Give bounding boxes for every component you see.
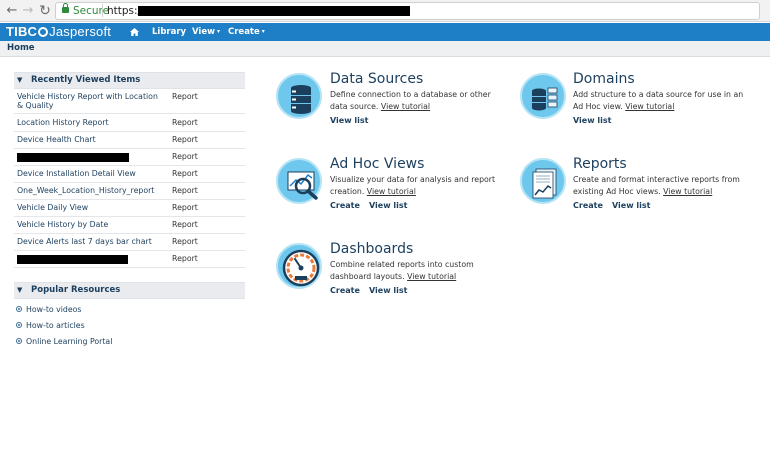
menu-create[interactable]: Create ▾	[228, 23, 265, 41]
recent-item-type: Report	[172, 169, 198, 178]
recent-item[interactable]: Device Alerts last 7 days bar chart Repo…	[14, 237, 245, 251]
view-caret-icon: ▾	[216, 28, 220, 35]
data-sources-title[interactable]: Data Sources	[330, 71, 423, 87]
recently-viewed-header[interactable]: ▼ Recently Viewed Items	[14, 72, 245, 89]
recent-item-type: Report	[172, 135, 198, 144]
recent-item[interactable]: Vehicle History by Date Report	[14, 220, 245, 234]
recently-viewed-title: Recently Viewed Items	[31, 75, 141, 85]
reload-icon[interactable]: ↻	[37, 3, 53, 19]
recent-item-type: Report	[172, 237, 198, 246]
popular-resources-header[interactable]: ▼ Popular Resources	[14, 282, 245, 299]
browser-toolbar: ← → ↻ Secure https://	[0, 0, 770, 22]
popular-resources-title: Popular Resources	[31, 285, 121, 295]
dashboards-icon[interactable]	[276, 243, 322, 289]
ad-hoc-views-title[interactable]: Ad Hoc Views	[330, 156, 424, 172]
logo-product: Jaspersoft	[49, 24, 112, 39]
reports-create-link[interactable]: Create	[573, 201, 603, 210]
menu-view-label: View	[192, 27, 215, 37]
redacted-item-name	[17, 255, 128, 264]
logo-brand: TIBC	[6, 24, 38, 39]
recent-item[interactable]: Device Health Chart Report	[14, 135, 245, 149]
back-arrow-icon[interactable]: ←	[4, 3, 20, 19]
breadcrumb: Home	[0, 41, 770, 57]
recent-item-name[interactable]: Device Health Chart	[17, 135, 165, 144]
popular-link-label[interactable]: Online Learning Portal	[26, 337, 112, 346]
reports-description: Create and format interactive reports fr…	[573, 174, 753, 198]
recent-item-name[interactable]: Location History Report	[17, 118, 165, 127]
secure-label: Secure	[73, 5, 110, 17]
dashboards-tutorial-link[interactable]: View tutorial	[407, 272, 456, 281]
ad-hoc-views-icon[interactable]	[276, 158, 322, 204]
recent-item[interactable]: Device Installation Detail View Report	[14, 169, 245, 183]
popular-link-label[interactable]: How-to articles	[26, 321, 85, 330]
data-sources-view-list[interactable]: View list	[330, 116, 368, 125]
dashboards-description: Combine related reports into custom dash…	[330, 259, 500, 283]
domains-title[interactable]: Domains	[573, 71, 635, 87]
bullet-circle-icon	[16, 306, 22, 312]
redacted-item-name	[17, 153, 129, 162]
url-redaction	[138, 6, 410, 16]
collapse-triangle-icon[interactable]: ▼	[17, 286, 22, 294]
recent-item-type: Report	[172, 254, 198, 263]
recent-item-type: Report	[172, 92, 198, 101]
data-sources-description: Define connection to a database or other…	[330, 89, 500, 113]
data-sources-icon[interactable]	[276, 73, 322, 119]
domains-tutorial-link[interactable]: View tutorial	[625, 102, 674, 111]
recent-item-type: Report	[172, 203, 198, 212]
ad-hoc-view-list[interactable]: View list	[369, 201, 407, 210]
ad-hoc-create-link[interactable]: Create	[330, 201, 360, 210]
recent-item-name[interactable]: Vehicle History Report with Location & Q…	[17, 92, 165, 110]
recent-item[interactable]: Location History Report Report	[14, 118, 245, 132]
recent-item[interactable]: One_Week_Location_History_report Report	[14, 186, 245, 200]
recent-item[interactable]: Vehicle Daily View Report	[14, 203, 245, 217]
app-header: TIBC Jaspersoft Library View ▾ Create ▾	[0, 23, 770, 41]
create-caret-icon: ▾	[261, 28, 265, 35]
recent-item-type: Report	[172, 220, 198, 229]
lock-icon	[62, 3, 69, 13]
data-sources-tutorial-link[interactable]: View tutorial	[381, 102, 430, 111]
dashboards-create-link[interactable]: Create	[330, 286, 360, 295]
recent-item-name[interactable]: Vehicle Daily View	[17, 203, 165, 212]
recent-item-name[interactable]: Device Installation Detail View	[17, 169, 165, 178]
logo-swoosh-icon	[38, 27, 49, 37]
recent-item[interactable]: Report	[14, 254, 245, 268]
url-divider	[102, 4, 103, 17]
reports-view-list[interactable]: View list	[612, 201, 650, 210]
popular-link[interactable]: How-to articles	[16, 321, 85, 330]
address-bar[interactable]: Secure https://	[55, 2, 760, 20]
recent-item-type: Report	[172, 118, 198, 127]
domains-view-list[interactable]: View list	[573, 116, 611, 125]
domains-description: Add structure to a data source for use i…	[573, 89, 753, 113]
menu-create-label: Create	[228, 27, 260, 37]
dashboards-view-list[interactable]: View list	[369, 286, 407, 295]
reports-title[interactable]: Reports	[573, 156, 627, 172]
bullet-circle-icon	[16, 322, 22, 328]
bullet-circle-icon	[16, 338, 22, 344]
breadcrumb-home[interactable]: Home	[7, 43, 35, 53]
ad-hoc-tutorial-link[interactable]: View tutorial	[367, 187, 416, 196]
reports-desc-text: Create and format interactive reports fr…	[573, 175, 740, 196]
popular-link-label[interactable]: How-to videos	[26, 305, 82, 314]
domains-icon[interactable]	[520, 73, 566, 119]
recent-item-type: Report	[172, 152, 198, 161]
recent-item-type: Report	[172, 186, 198, 195]
recent-item[interactable]: Report	[14, 152, 245, 166]
home-icon[interactable]	[130, 23, 140, 41]
dashboards-title[interactable]: Dashboards	[330, 241, 413, 257]
ad-hoc-views-description: Visualize your data for analysis and rep…	[330, 174, 500, 198]
menu-library[interactable]: Library	[152, 23, 186, 41]
popular-link[interactable]: Online Learning Portal	[16, 337, 112, 346]
popular-link[interactable]: How-to videos	[16, 305, 82, 314]
reports-tutorial-link[interactable]: View tutorial	[663, 187, 712, 196]
recent-item-name[interactable]: One_Week_Location_History_report	[17, 186, 171, 195]
menu-view[interactable]: View ▾	[192, 23, 220, 41]
reports-icon[interactable]	[520, 158, 566, 204]
recent-item-name[interactable]: Vehicle History by Date	[17, 220, 165, 229]
recent-item-name[interactable]: Device Alerts last 7 days bar chart	[17, 237, 165, 246]
collapse-triangle-icon[interactable]: ▼	[17, 76, 22, 84]
forward-arrow-icon[interactable]: →	[20, 3, 36, 19]
jaspersoft-logo[interactable]: TIBC Jaspersoft	[6, 24, 111, 40]
recent-item[interactable]: Vehicle History Report with Location & Q…	[14, 92, 245, 114]
